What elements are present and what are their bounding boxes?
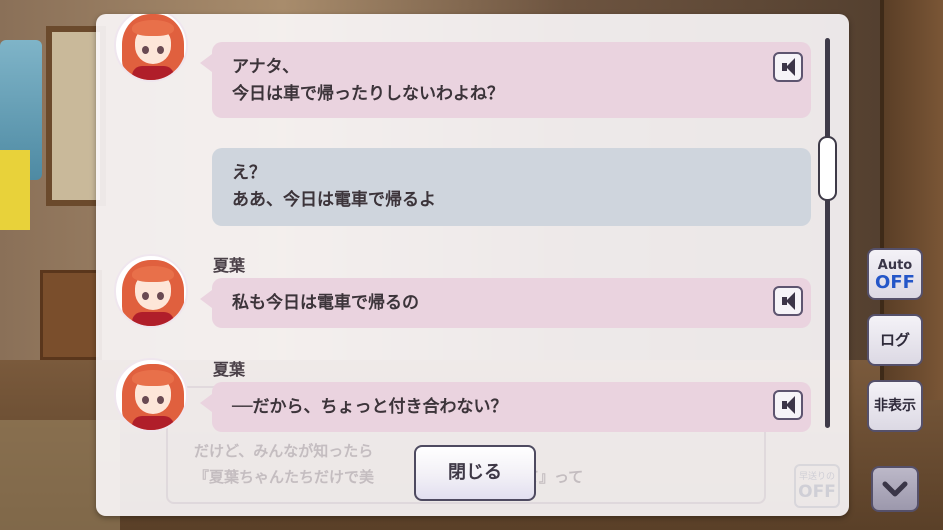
scrollbar-thumb[interactable] xyxy=(818,135,837,201)
dialog-line: アナタ、 xyxy=(232,57,300,77)
close-button[interactable]: 閉じる xyxy=(414,445,536,501)
auto-state: OFF xyxy=(875,272,915,293)
advance-down-button[interactable] xyxy=(871,466,919,512)
photo-shelf xyxy=(40,270,102,360)
speaker-name: 夏葉 xyxy=(213,256,246,275)
natsuha-avatar xyxy=(114,14,188,82)
dialog-line: え？ xyxy=(232,163,266,183)
scrollbar-track[interactable] xyxy=(825,38,830,428)
log-button[interactable]: ログ xyxy=(867,314,923,366)
voice-play-button[interactable] xyxy=(773,390,803,420)
dialog-line: ──だから、ちょっと付き合わない？ xyxy=(232,397,508,417)
dialog-line: 今日は車で帰ったりしないわよね？ xyxy=(232,84,504,104)
voice-play-button[interactable] xyxy=(773,52,803,82)
natsuha-avatar xyxy=(114,358,188,432)
dialog-bubble: ──だから、ちょっと付き合わない？ xyxy=(200,382,811,432)
auto-label: Auto xyxy=(877,258,913,273)
dialog-line: 私も今日は電車で帰るの xyxy=(232,293,419,313)
dialog-log-panel: だけど、みんなが知ったら 『夏葉ちゃんたちだけで美 て』って 早送りの OFF ア… xyxy=(96,14,849,516)
hide-ui-button[interactable]: 非表示 xyxy=(867,380,923,432)
fast-forward-toggle: 早送りの OFF xyxy=(794,464,840,508)
dialog-bubble: アナタ、 今日は車で帰ったりしないわよね？ xyxy=(200,42,811,118)
speaker-name: 夏葉 xyxy=(213,360,246,379)
natsuha-avatar xyxy=(114,254,188,328)
wall-poster xyxy=(0,150,30,230)
chevron-down-icon xyxy=(882,481,908,497)
background-dialog-line-1: だけど、みんなが知ったら xyxy=(194,442,374,460)
dialog-line: ああ、今日は電車で帰るよ xyxy=(232,190,436,210)
dialog-bubble: 私も今日は電車で帰るの xyxy=(200,278,811,328)
auto-toggle-button[interactable]: Auto OFF xyxy=(867,248,923,300)
voice-play-button[interactable] xyxy=(773,286,803,316)
player-dialog-bubble: え？ ああ、今日は電車で帰るよ xyxy=(212,148,811,226)
dialog-log-list[interactable]: アナタ、 今日は車で帰ったりしないわよね？ え？ ああ、今日は電車で帰るよ 夏葉 xyxy=(96,14,849,432)
